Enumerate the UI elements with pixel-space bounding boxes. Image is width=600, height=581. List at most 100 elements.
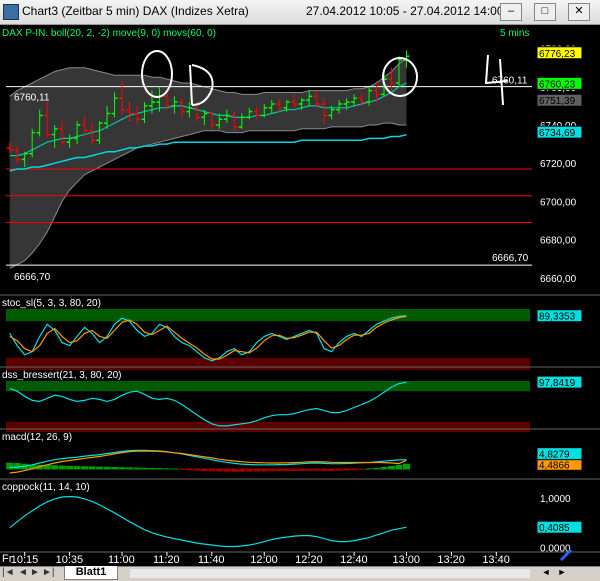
prev-sheet-button[interactable]: ◄ — [18, 567, 28, 578]
macd-histogram-bar — [298, 468, 306, 471]
price-value-label: 6751,39 — [539, 96, 576, 107]
dss-bressert-oversold-zone — [6, 421, 530, 432]
macd-histogram-bar — [350, 468, 358, 471]
sheet-tab-bar: |◄ ◄ ► ►| Blatt1 ◄ ► — [0, 566, 600, 581]
macd-histogram-bar — [402, 463, 410, 470]
x-axis-tick-label: 12:20 — [295, 554, 323, 566]
sheet-tab-blatt1[interactable]: Blatt1 — [64, 566, 118, 580]
macd-histogram-bar — [88, 466, 96, 470]
macd-histogram-bar — [66, 465, 74, 470]
macd-histogram-bar — [51, 465, 59, 470]
macd-histogram-bar — [395, 464, 403, 470]
coppock-ytick-label: 1,0000 — [540, 494, 571, 505]
macd-histogram-bar — [305, 468, 313, 471]
stochastic-series-line — [9, 315, 407, 362]
price-level-label: 6760,11 — [14, 93, 50, 104]
first-sheet-button[interactable]: |◄ — [2, 567, 15, 578]
price-ytick-label: 6680,00 — [540, 236, 577, 247]
macd-histogram-bar — [6, 462, 14, 470]
macd-histogram-bar — [313, 468, 321, 471]
macd-histogram-bar — [388, 465, 396, 470]
price-pane-title: DAX P-IN. boll(20, 2, -2) move(9, 0) mov… — [2, 28, 216, 39]
dss-bressert-value-label: 97,8419 — [539, 378, 576, 389]
minimize-button[interactable]: – — [500, 3, 522, 21]
stochastic-value-label: 89,3353 — [539, 312, 576, 323]
macd-histogram-bar — [215, 468, 223, 472]
next-sheet-button[interactable]: ► — [30, 567, 40, 578]
price-ytick-label: 6700,00 — [540, 197, 577, 208]
date-range: 27.04.2012 10:05 - 27.04.2012 14:00 — [306, 4, 504, 18]
x-axis-tick-label: 11:00 — [108, 554, 135, 566]
macd-histogram-bar — [140, 467, 148, 470]
x-axis-tick-label: 10:35 — [56, 554, 84, 566]
dss-bressert-pane-title: dss_bressert(21, 3, 80, 20) — [2, 370, 122, 381]
macd-histogram-bar — [275, 468, 283, 472]
macd-histogram-bar — [73, 466, 81, 470]
coppock-value-label: 0,4085 — [539, 523, 570, 534]
macd-histogram-bar — [335, 468, 343, 471]
macd-histogram-bar — [170, 468, 178, 470]
macd-histogram-bar — [283, 468, 291, 472]
macd-histogram-bar — [111, 467, 119, 470]
macd-histogram-bar — [230, 468, 238, 472]
macd-histogram-bar — [118, 467, 126, 470]
macd-histogram-bar — [290, 468, 298, 471]
macd-macd-value-label: 4,8279 — [539, 450, 570, 461]
price-value-label: 6776,23 — [539, 49, 576, 60]
x-axis-tick-label: 13:40 — [482, 554, 510, 566]
macd-histogram-bar — [268, 468, 276, 472]
x-axis-tick-label: 12:00 — [250, 554, 278, 566]
window-title: Chart3 (Zeitbar 5 min) DAX (Indizes Xetr… — [22, 4, 249, 18]
x-axis-tick-label: 10:15 — [11, 554, 39, 566]
macd-histogram-bar — [81, 466, 89, 470]
stochastic-series-line — [9, 315, 407, 360]
price-level-label: 6666,70 — [14, 272, 51, 283]
interval-label: 5 mins — [500, 28, 529, 39]
macd-pane-title: macd(12, 26, 9) — [2, 432, 72, 443]
coppock-pane-title: coppock(11, 14, 10) — [2, 482, 90, 493]
chart-app-icon — [3, 4, 19, 20]
macd-histogram-bar — [163, 468, 171, 470]
x-axis-tick-label: 12:40 — [340, 554, 368, 566]
macd-histogram-bar — [178, 468, 186, 470]
stochastic-pane-title: stoc_sl(5, 3, 3, 80, 20) — [2, 298, 101, 309]
macd-histogram-bar — [320, 468, 328, 471]
window-titlebar: Chart3 (Zeitbar 5 min) DAX (Indizes Xetr… — [0, 0, 600, 25]
macd-histogram-bar — [343, 468, 351, 471]
x-axis-tick-label: 11:40 — [198, 554, 225, 566]
price-value-label: 6760,23 — [539, 79, 576, 90]
macd-histogram-bar — [380, 467, 388, 470]
macd-histogram-bar — [193, 468, 201, 471]
macd-histogram-bar — [148, 467, 156, 470]
maximize-button[interactable]: □ — [534, 3, 556, 21]
macd-histogram-bar — [185, 468, 193, 471]
bollinger-band — [9, 58, 407, 269]
macd-histogram-bar — [96, 466, 104, 470]
macd-histogram-bar — [58, 465, 66, 470]
macd-histogram-bar — [373, 467, 381, 470]
last-sheet-button[interactable]: ►| — [42, 567, 55, 578]
dss-bressert-overbought-zone — [6, 381, 530, 392]
coppock-series-line — [9, 495, 407, 548]
price-level-label-right: 6666,70 — [492, 253, 529, 264]
stochastic-oversold-zone — [6, 357, 530, 370]
scroll-right-arrow[interactable]: ► — [556, 567, 568, 579]
price-value-label: 6734,69 — [539, 128, 576, 139]
macd-histogram-bar — [103, 466, 111, 470]
macd-histogram-bar — [328, 468, 336, 471]
scroll-left-arrow[interactable]: ◄ — [540, 567, 552, 579]
macd-histogram-bar — [223, 468, 231, 472]
chart-svg[interactable]: DAX P-IN. boll(20, 2, -2) move(9, 0) mov… — [0, 25, 600, 566]
x-axis-tick-label: 13:00 — [392, 554, 420, 566]
close-button[interactable]: ✕ — [568, 3, 590, 21]
price-ytick-label: 6720,00 — [540, 159, 577, 170]
horizontal-scrollbar[interactable] — [130, 569, 530, 578]
price-ytick-label: 6660,00 — [540, 274, 577, 285]
macd-histogram-bar — [133, 467, 141, 470]
macd-histogram-bar — [253, 468, 261, 472]
macd-histogram-bar — [245, 468, 253, 472]
macd-series-line — [9, 449, 407, 469]
macd-histogram-bar — [365, 468, 373, 470]
chart-area[interactable]: DAX P-IN. boll(20, 2, -2) move(9, 0) mov… — [0, 25, 600, 566]
macd-histogram-bar — [126, 467, 134, 470]
